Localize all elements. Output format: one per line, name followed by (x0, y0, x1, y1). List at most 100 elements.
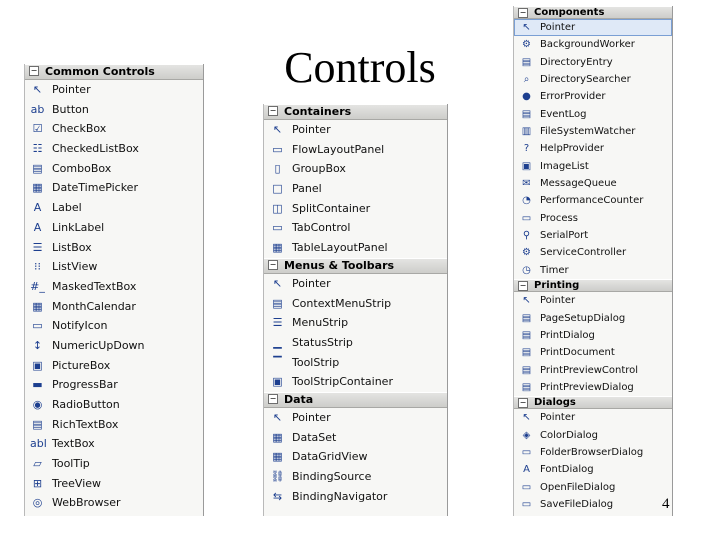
toolbox-item-treeview[interactable]: ⊞ TreeView (25, 474, 203, 494)
toolbox-item-servicecontroller[interactable]: ⚙ ServiceController (514, 244, 672, 261)
toolbox-item-process[interactable]: ▭ Process (514, 210, 672, 227)
toolbox-item-messagequeue[interactable]: ✉ MessageQueue (514, 175, 672, 192)
tree-view-icon: ⊞ (32, 476, 43, 490)
collapse-icon[interactable]: − (518, 281, 528, 292)
pointer-icon: ↖ (522, 295, 531, 307)
toolbox-item-pointer[interactable]: ↖ Pointer (264, 274, 447, 294)
pointer-icon: ↖ (272, 410, 283, 424)
toolbox-item-label: ErrorProvider (540, 91, 606, 103)
toolbox-item-helpprovider[interactable]: ? HelpProvider (514, 140, 672, 157)
toolbox-item-splitcontainer[interactable]: ◫ SplitContainer (264, 199, 447, 219)
toolbox-item-backgroundworker[interactable]: ⚙ BackgroundWorker (514, 36, 672, 53)
toolbox-item-label: ComboBox (52, 161, 112, 175)
toolbox-item-radiobutton[interactable]: ◉ RadioButton (25, 395, 203, 415)
toolbox-item-toolstrip[interactable]: ▔ ToolStrip (264, 353, 447, 373)
section-header-printing[interactable]: − Printing (514, 279, 672, 293)
toolbox-item-numericupdown[interactable]: ↕ NumericUpDown (25, 336, 203, 356)
toolbox-item-label: Pointer (540, 412, 576, 424)
section-header-data[interactable]: − Data (264, 391, 447, 408)
toolbox-item-colordialog[interactable]: ◈ ColorDialog (514, 427, 672, 444)
toolbox-item-bindingnavigator[interactable]: ⇆ BindingNavigator (264, 487, 447, 507)
toolbox-item-label: BackgroundWorker (540, 39, 635, 51)
toolbox-item-bindingsource[interactable]: ⛓ BindingSource (264, 467, 447, 487)
toolbox-item-pointer[interactable]: ↖ Pointer (264, 408, 447, 428)
folder-browser-dialog-icon: ▭ (521, 446, 532, 458)
collapse-icon[interactable]: − (518, 398, 528, 409)
toolbox-item-printpreviewcontrol[interactable]: ▤ PrintPreviewControl (514, 362, 672, 379)
toolbox-item-errorprovider[interactable]: ● ErrorProvider (514, 88, 672, 105)
toolbox-item-label: Timer (540, 264, 569, 276)
section-header-dialogs[interactable]: − Dialogs (514, 396, 672, 410)
collapse-icon[interactable]: − (268, 393, 278, 404)
toolbox-item-imagelist[interactable]: ▣ ImageList (514, 158, 672, 175)
toolbox-item-label: RadioButton (52, 398, 120, 411)
toolbox-item-tabcontrol[interactable]: ▭ TabControl (264, 218, 447, 238)
toolbox-item-dataset[interactable]: ▦ DataSet (264, 428, 447, 448)
toolbox-item-combobox[interactable]: ▤ ComboBox (25, 159, 203, 179)
toolbox-item-timer[interactable]: ◷ Timer (514, 262, 672, 279)
toolbox-item-checkedlistbox[interactable]: ☷ CheckedListBox (25, 139, 203, 159)
toolbox-item-statusstrip[interactable]: ▁ StatusStrip (264, 333, 447, 353)
toolbox-item-savefiledialog[interactable]: ▭ SaveFileDialog (514, 496, 672, 513)
toolbox-item-label: GroupBox (292, 162, 346, 176)
pointer-icon: ↖ (272, 276, 283, 290)
section-header-components[interactable]: − Components (514, 6, 672, 19)
toolbox-item-progressbar[interactable]: ▬ ProgressBar (25, 375, 203, 395)
toolbox-item-toolstripcontainer[interactable]: ▣ ToolStripContainer (264, 372, 447, 392)
toolbox-item-filesystemwatcher[interactable]: ▥ FileSystemWatcher (514, 123, 672, 140)
toolbox-item-pagesetupdialog[interactable]: ▤ PageSetupDialog (514, 310, 672, 327)
toolbox-item-tablelayoutpanel[interactable]: ▦ TableLayoutPanel (264, 238, 447, 258)
toolbox-item-maskedtextbox[interactable]: #_ MaskedTextBox (25, 277, 203, 297)
toolbox-item-performancecounter[interactable]: ◔ PerformanceCounter (514, 192, 672, 209)
toolbox-item-eventlog[interactable]: ▤ EventLog (514, 106, 672, 123)
toolbox-item-richtextbox[interactable]: ▤ RichTextBox (25, 415, 203, 435)
toolbox-item-label: HelpProvider (540, 143, 604, 155)
toolbox-item-tooltip[interactable]: ▱ ToolTip (25, 454, 203, 474)
progress-bar-icon: ▬ (32, 378, 43, 392)
toolbox-item-notifyicon[interactable]: ▭ NotifyIcon (25, 316, 203, 336)
toolbox-item-fontdialog[interactable]: A FontDialog (514, 461, 672, 478)
toolbox-item-folderbrowserdialog[interactable]: ▭ FolderBrowserDialog (514, 444, 672, 461)
print-document-icon: ▤ (521, 347, 532, 359)
toolbox-item-listview[interactable]: ⁝⁝ ListView (25, 257, 203, 277)
toolbox-item-flowlayoutpanel[interactable]: ▭ FlowLayoutPanel (264, 140, 447, 160)
toolbox-item-printpreviewdialog[interactable]: ▤ PrintPreviewDialog (514, 379, 672, 396)
toolbox-item-printdocument[interactable]: ▤ PrintDocument (514, 344, 672, 361)
toolbox-item-pointer[interactable]: ↖ Pointer (264, 120, 447, 140)
toolbox-item-datagridview[interactable]: ▦ DataGridView (264, 447, 447, 467)
toolbox-item-groupbox[interactable]: ▯ GroupBox (264, 159, 447, 179)
toolbox-item-pointer[interactable]: ↖ Pointer (514, 19, 672, 37)
toolbox-item-contextmenustrip[interactable]: ▤ ContextMenuStrip (264, 294, 447, 314)
label-icon: A (33, 201, 42, 215)
toolbox-item-pointer[interactable]: ↖ Pointer (514, 292, 672, 309)
collapse-icon[interactable]: − (518, 8, 528, 18)
toolbox-item-textbox[interactable]: abl TextBox (25, 434, 203, 454)
toolbox-item-printdialog[interactable]: ▤ PrintDialog (514, 327, 672, 344)
toolbox-item-pointer[interactable]: ↖ Pointer (514, 409, 672, 426)
toolbox-item-listbox[interactable]: ☰ ListBox (25, 238, 203, 258)
toolbox-item-serialport[interactable]: ⚲ SerialPort (514, 227, 672, 244)
toolbox-item-datetimepicker[interactable]: ▦ DateTimePicker (25, 178, 203, 198)
toolbox-item-directorysearcher[interactable]: ⌕ DirectorySearcher (514, 71, 672, 88)
toolbox-item-monthcalendar[interactable]: ▦ MonthCalendar (25, 297, 203, 317)
section-header-menus-toolbars[interactable]: − Menus & Toolbars (264, 257, 447, 274)
toolbox-item-label: NotifyIcon (52, 319, 108, 333)
toolbox-item-picturebox[interactable]: ▣ PictureBox (25, 356, 203, 376)
toolbox-item-label[interactable]: A Label (25, 198, 203, 218)
toolbox-item-pointer[interactable]: ↖ Pointer (25, 80, 203, 100)
toolbox-item-directoryentry[interactable]: ▤ DirectoryEntry (514, 54, 672, 71)
toolbox-item-webbrowser[interactable]: ◎ WebBrowser (25, 493, 203, 513)
collapse-icon[interactable]: − (268, 259, 278, 270)
toolbox-item-panel[interactable]: □ Panel (264, 179, 447, 199)
toolbox-item-menustrip[interactable]: ☰ MenuStrip (264, 313, 447, 333)
toolbox-item-button[interactable]: ab Button (25, 100, 203, 120)
collapse-icon[interactable]: − (268, 106, 278, 116)
toolbox-item-linklabel[interactable]: A LinkLabel (25, 218, 203, 238)
toolbox-item-openfiledialog[interactable]: ▭ OpenFileDialog (514, 479, 672, 496)
section-header-common-controls[interactable]: − Common Controls (25, 64, 203, 80)
section-header-containers[interactable]: − Containers (264, 104, 447, 120)
toolbox-item-label: MenuStrip (292, 316, 349, 330)
toolbox-item-checkbox[interactable]: ☑ CheckBox (25, 119, 203, 139)
serial-port-icon: ⚲ (522, 230, 531, 242)
collapse-icon[interactable]: − (29, 66, 39, 76)
